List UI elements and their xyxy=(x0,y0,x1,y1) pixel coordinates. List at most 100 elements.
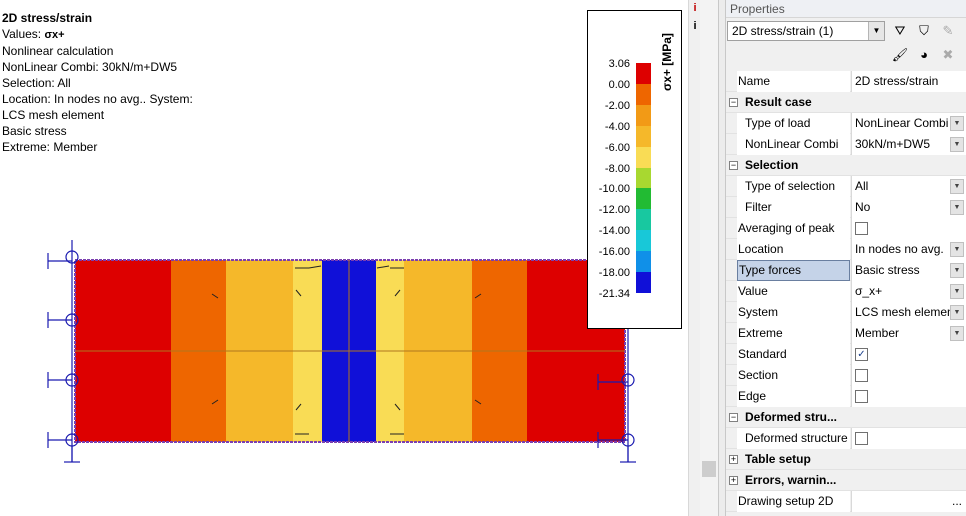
filter-add-icon[interactable]: ⛉ xyxy=(914,21,934,41)
property-row[interactable]: Edge xyxy=(726,386,966,407)
legend-color-swatch xyxy=(636,251,651,273)
property-row[interactable]: NonLinear Combi 30kN/m+DW5 ▼ xyxy=(726,134,966,155)
property-value[interactable]: 30kN/m+DW5 ▼ xyxy=(851,134,966,155)
info-line: NonLinear Combi: 30kN/m+DW5 xyxy=(2,60,178,74)
property-section[interactable]: − Result case xyxy=(726,92,966,113)
property-value-text: 30kN/m+DW5 xyxy=(855,137,931,151)
property-label: Filter xyxy=(737,197,850,218)
chevron-down-icon[interactable]: ▼ xyxy=(950,263,964,278)
legend-tick-label: -16.00 xyxy=(598,246,630,259)
property-value[interactable]: ... xyxy=(851,491,966,512)
properties-panel: Properties 2D stress/strain (1) ▼ ⛛ ⛉ ✎ … xyxy=(726,0,966,516)
property-value-text: NonLinear Combi xyxy=(855,116,949,130)
chevron-down-icon[interactable]: ▼ xyxy=(950,305,964,320)
property-row[interactable]: Section xyxy=(726,365,966,386)
chevron-down-icon[interactable]: ▼ xyxy=(950,326,964,341)
chevron-down-icon[interactable]: ▼ xyxy=(950,200,964,215)
property-value-text: LCS mesh element xyxy=(855,305,958,319)
pencil-icon[interactable]: ✎ xyxy=(938,21,958,41)
legend-color-swatch xyxy=(636,188,651,210)
property-row[interactable]: System LCS mesh element ▼ xyxy=(726,302,966,323)
property-section[interactable]: + Table setup xyxy=(726,449,966,470)
property-label: Section xyxy=(737,365,850,386)
legend-tick-label: -4.00 xyxy=(604,120,630,133)
property-row[interactable]: Averaging of peak xyxy=(726,218,966,239)
chevron-down-icon[interactable]: ▼ xyxy=(950,284,964,299)
property-row[interactable]: Type of load NonLinear Combi ▼ xyxy=(726,113,966,134)
legend-tick-label: -6.00 xyxy=(604,141,630,154)
property-value-text: σ_x+ xyxy=(855,284,883,298)
property-row[interactable]: Deformed structure xyxy=(726,428,966,449)
property-row[interactable]: Type forces Basic stress ▼ xyxy=(726,260,966,281)
legend-tick-label: -10.00 xyxy=(598,183,630,196)
property-value[interactable] xyxy=(851,365,966,386)
chevron-down-icon[interactable]: ▼ xyxy=(950,242,964,257)
legend-tick-label: 0.00 xyxy=(608,78,630,91)
property-row[interactable]: Filter No ▼ xyxy=(726,197,966,218)
property-grid: Name 2D stress/strain − Result case Type of … xyxy=(726,71,966,512)
property-row[interactable]: Standard ✓ xyxy=(726,344,966,365)
info-icon[interactable]: i xyxy=(690,2,700,14)
legend-color-swatch xyxy=(636,209,651,231)
property-value[interactable]: No ▼ xyxy=(851,197,966,218)
expand-icon[interactable]: + xyxy=(729,455,738,464)
filter-select-icon[interactable]: ⛛ xyxy=(890,21,910,41)
property-section[interactable]: − Selection xyxy=(726,155,966,176)
color-legend: 3.06 0.00 -2.00 -4.00 -6.00 -8.00 -10.00 -12.00… xyxy=(587,10,682,329)
property-label: Deformed structure xyxy=(737,428,850,449)
result-title: 2D stress/strain xyxy=(2,11,93,25)
property-value[interactable]: Member ▼ xyxy=(851,323,966,344)
property-value[interactable]: NonLinear Combi ▼ xyxy=(851,113,966,134)
legend-color-swatch xyxy=(636,104,651,127)
collapse-icon[interactable]: − xyxy=(729,98,738,107)
legend-tick-label: -12.00 xyxy=(598,204,630,217)
chevron-down-icon[interactable]: ▼ xyxy=(950,116,964,131)
property-row[interactable]: Value σ_x+ ▼ xyxy=(726,281,966,302)
palette-icon[interactable]: ◕ xyxy=(914,45,934,65)
property-row[interactable]: Drawing setup 2D... xyxy=(726,491,966,512)
ellipsis-button[interactable]: ... xyxy=(952,491,962,512)
checkbox[interactable] xyxy=(855,369,868,382)
vertical-scrollbar[interactable] xyxy=(700,0,718,516)
info-icon[interactable]: i xyxy=(690,20,700,32)
checkbox[interactable] xyxy=(855,222,868,235)
panel-splitter[interactable] xyxy=(718,0,726,516)
property-row[interactable]: Name 2D stress/strain xyxy=(726,71,966,92)
property-section[interactable]: + Errors, warnin... xyxy=(726,470,966,491)
checkbox[interactable] xyxy=(855,390,868,403)
checkbox[interactable] xyxy=(855,432,868,445)
property-row[interactable]: Type of selection All ▼ xyxy=(726,176,966,197)
brush-icon[interactable]: 🖌 xyxy=(890,45,910,65)
chevron-down-icon[interactable]: ▼ xyxy=(868,22,884,40)
property-label: NonLinear Combi xyxy=(737,134,850,155)
property-value[interactable]: Basic stress ▼ xyxy=(851,260,966,281)
chevron-down-icon[interactable]: ▼ xyxy=(950,179,964,194)
property-value-text: In nodes no avg. xyxy=(855,242,944,256)
property-value[interactable] xyxy=(851,218,966,239)
property-value[interactable]: All ▼ xyxy=(851,176,966,197)
property-label: Type forces xyxy=(737,260,850,281)
property-value[interactable] xyxy=(851,428,966,449)
chevron-down-icon[interactable]: ▼ xyxy=(950,137,964,152)
legend-color-swatch xyxy=(636,272,651,294)
object-selector[interactable]: 2D stress/strain (1) ▼ xyxy=(727,21,885,41)
legend-tick-label: -21.34 xyxy=(598,287,630,300)
property-label: Location xyxy=(737,239,850,260)
property-value[interactable]: ✓ xyxy=(851,344,966,365)
graphic-viewport[interactable]: 2D stress/strain Values: σx+ Nonlinear c… xyxy=(0,0,700,516)
property-row[interactable]: Extreme Member ▼ xyxy=(726,323,966,344)
collapse-icon[interactable]: − xyxy=(729,161,738,170)
property-value[interactable]: σ_x+ ▼ xyxy=(851,281,966,302)
scrollbar-thumb[interactable] xyxy=(702,461,716,477)
expand-icon[interactable]: + xyxy=(729,476,738,485)
checkbox[interactable]: ✓ xyxy=(855,348,868,361)
property-value[interactable]: 2D stress/strain xyxy=(851,71,966,92)
property-value[interactable]: LCS mesh element ▼ xyxy=(851,302,966,323)
property-value[interactable] xyxy=(851,386,966,407)
eraser-icon[interactable]: ✖ xyxy=(938,45,958,65)
property-row[interactable]: Location In nodes no avg. ▼ xyxy=(726,239,966,260)
collapse-icon[interactable]: − xyxy=(729,413,738,422)
legend-tick-label: -18.00 xyxy=(598,267,630,279)
property-section[interactable]: − Deformed stru... xyxy=(726,407,966,428)
property-value[interactable]: In nodes no avg. ▼ xyxy=(851,239,966,260)
